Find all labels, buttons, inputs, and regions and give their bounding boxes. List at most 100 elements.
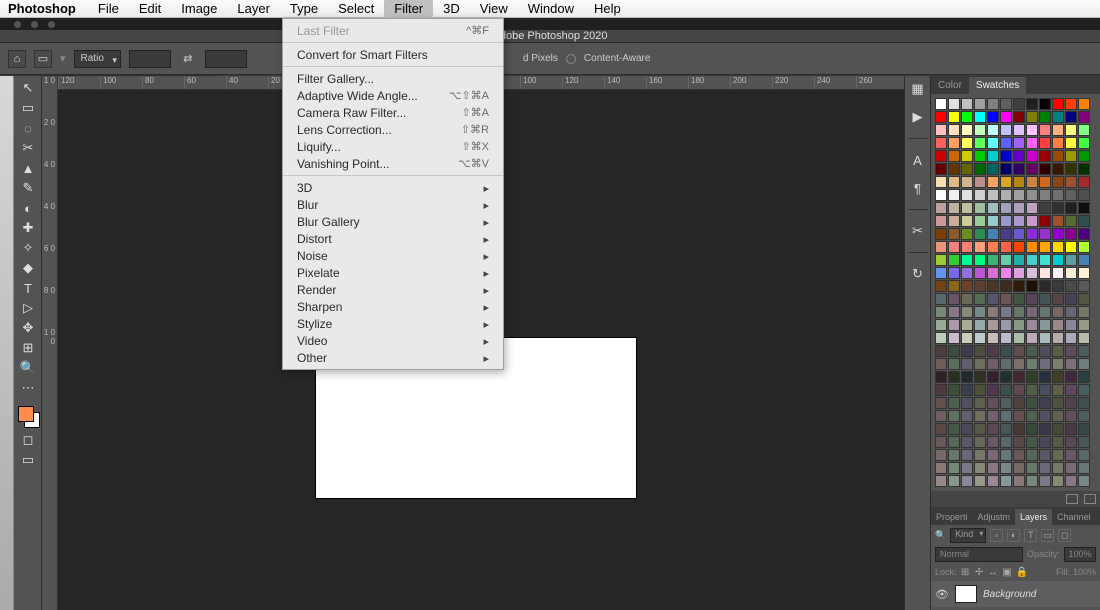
swatch[interactable] (1052, 436, 1064, 448)
swatch[interactable] (935, 436, 947, 448)
swatch[interactable] (948, 462, 960, 474)
swatch[interactable] (948, 189, 960, 201)
swatch[interactable] (1039, 397, 1051, 409)
swatch[interactable] (1065, 293, 1077, 305)
swatch[interactable] (948, 319, 960, 331)
swatch[interactable] (935, 397, 947, 409)
swatch[interactable] (1039, 150, 1051, 162)
swatch[interactable] (935, 475, 947, 487)
para-icon[interactable]: ¶ (909, 181, 927, 195)
swatch[interactable] (1026, 111, 1038, 123)
swatch[interactable] (1000, 280, 1012, 292)
swatch[interactable] (948, 371, 960, 383)
swatch[interactable] (1078, 397, 1090, 409)
swatch[interactable] (1013, 254, 1025, 266)
swatch[interactable] (1013, 384, 1025, 396)
swatch[interactable] (1078, 332, 1090, 344)
swatch[interactable] (1078, 306, 1090, 318)
swatch[interactable] (1052, 423, 1064, 435)
swatch[interactable] (1000, 202, 1012, 214)
swatch[interactable] (1039, 137, 1051, 149)
paths-tab[interactable]: Paths (1096, 509, 1100, 525)
crop-tool-icon[interactable]: ▭ (34, 50, 52, 68)
swatch[interactable] (1078, 176, 1090, 188)
swatch[interactable] (1039, 176, 1051, 188)
swatch[interactable] (1078, 475, 1090, 487)
swatch[interactable] (1000, 332, 1012, 344)
swatch[interactable] (1065, 475, 1077, 487)
menu-filter[interactable]: Filter (384, 0, 433, 18)
swatch[interactable] (961, 267, 973, 279)
swatch[interactable] (974, 345, 986, 357)
swatch[interactable] (1039, 358, 1051, 370)
swatch[interactable] (987, 215, 999, 227)
swatch[interactable] (1052, 150, 1064, 162)
swatch[interactable] (1000, 475, 1012, 487)
layers-tab[interactable]: Layers (1015, 509, 1052, 525)
crop-tool[interactable]: ✂ (14, 138, 42, 158)
swatch[interactable] (1039, 124, 1051, 136)
swatch[interactable] (1039, 384, 1051, 396)
swatch[interactable] (961, 98, 973, 110)
stamp-tool[interactable]: ✧ (14, 238, 42, 258)
swatch[interactable] (961, 371, 973, 383)
swatch[interactable] (1013, 215, 1025, 227)
swatch[interactable] (1000, 371, 1012, 383)
swatch[interactable] (987, 189, 999, 201)
swatch[interactable] (987, 280, 999, 292)
swatch[interactable] (1065, 150, 1077, 162)
swatch[interactable] (1026, 345, 1038, 357)
swatch[interactable] (961, 293, 973, 305)
swatch[interactable] (1065, 384, 1077, 396)
menu-vanishing-point[interactable]: Vanishing Point...⌥⌘V (283, 155, 503, 172)
swatch[interactable] (974, 228, 986, 240)
swatch[interactable] (1026, 98, 1038, 110)
swatch[interactable] (974, 319, 986, 331)
swatch[interactable] (987, 449, 999, 461)
swatch[interactable] (935, 176, 947, 188)
swatch[interactable] (948, 280, 960, 292)
menu-render-sub[interactable]: Render (283, 281, 503, 298)
swatch[interactable] (1052, 345, 1064, 357)
swatch[interactable] (1000, 163, 1012, 175)
window-min-dot[interactable] (31, 21, 38, 28)
swatch[interactable] (974, 280, 986, 292)
swatch[interactable] (987, 202, 999, 214)
swatch[interactable] (935, 98, 947, 110)
menu-window[interactable]: Window (518, 0, 584, 18)
char-icon[interactable]: A (909, 153, 927, 167)
swatch[interactable] (974, 150, 986, 162)
menu-3d-sub[interactable]: 3D (283, 179, 503, 196)
menu-edit[interactable]: Edit (129, 0, 171, 18)
color-icon[interactable]: ▦ (909, 82, 927, 96)
swatch[interactable] (1026, 410, 1038, 422)
swatch[interactable] (948, 202, 960, 214)
swatch[interactable] (1013, 150, 1025, 162)
swatch[interactable] (1000, 397, 1012, 409)
swatch[interactable] (935, 137, 947, 149)
swatch[interactable] (1039, 98, 1051, 110)
swatch[interactable] (987, 228, 999, 240)
swatch[interactable] (1052, 397, 1064, 409)
swatch[interactable] (1065, 332, 1077, 344)
swatch[interactable] (1026, 137, 1038, 149)
swatch[interactable] (1039, 371, 1051, 383)
screenmode-icon[interactable]: ▭ (14, 450, 42, 470)
swatch[interactable] (1039, 410, 1051, 422)
swatch[interactable] (1000, 228, 1012, 240)
swatch[interactable] (1026, 150, 1038, 162)
color-swatches[interactable] (14, 404, 41, 430)
layer-name[interactable]: Background (983, 589, 1036, 600)
swatch[interactable] (1026, 384, 1038, 396)
menu-layer[interactable]: Layer (227, 0, 280, 18)
gradient-tool[interactable]: ◆ (14, 258, 42, 278)
swatch[interactable] (1013, 293, 1025, 305)
swatch[interactable] (935, 228, 947, 240)
swatch[interactable] (948, 241, 960, 253)
swatch[interactable] (1013, 280, 1025, 292)
swatch[interactable] (1065, 410, 1077, 422)
swatch[interactable] (1000, 254, 1012, 266)
swatch[interactable] (1000, 176, 1012, 188)
swatch[interactable] (1000, 384, 1012, 396)
swatch[interactable] (961, 384, 973, 396)
